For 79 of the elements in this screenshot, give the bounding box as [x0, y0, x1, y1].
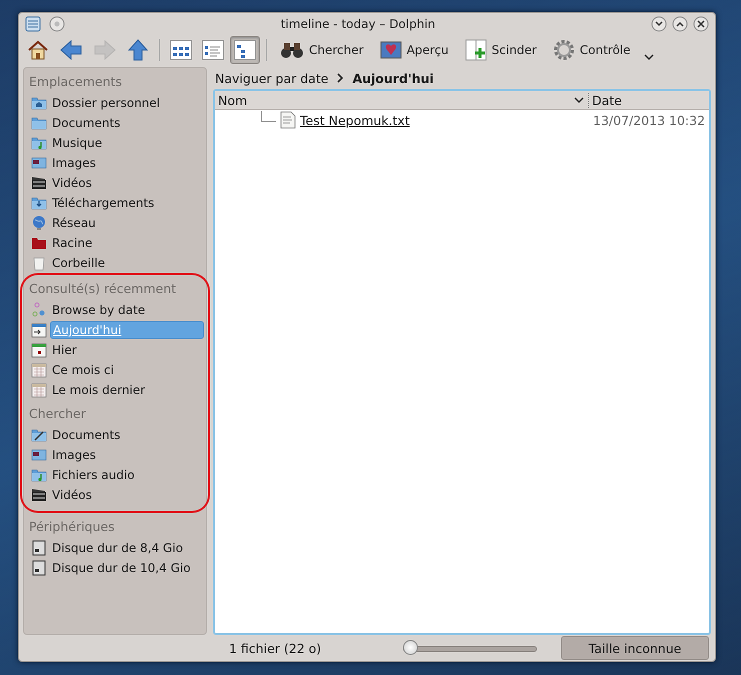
sidebar-item[interactable]: Documents — [50, 427, 204, 443]
breadcrumb-link[interactable]: Naviguer par date — [215, 70, 328, 86]
maximize-button[interactable] — [672, 16, 688, 32]
downloads-icon — [31, 195, 47, 211]
sidebar-item[interactable]: Disque dur de 10,4 Gio — [50, 560, 204, 576]
images-icon — [31, 155, 47, 171]
status-text: 1 fichier (22 o) — [229, 640, 322, 656]
icons-view-icon — [170, 40, 192, 60]
yesterday-icon — [31, 342, 47, 358]
music-icon — [31, 467, 47, 483]
sidebar-item[interactable]: Réseau — [50, 215, 204, 231]
today-icon — [31, 322, 47, 338]
toolbar-button[interactable]: Contrôle — [546, 36, 638, 64]
text-file-icon — [280, 111, 296, 129]
column-header[interactable]: Date — [589, 92, 709, 108]
details-view-icon — [234, 40, 256, 60]
split-icon — [464, 39, 487, 61]
month-icon — [31, 382, 47, 398]
pin-button[interactable] — [49, 16, 65, 32]
sidebar-item[interactable]: Le mois dernier — [50, 382, 204, 398]
up-arrow-icon — [127, 38, 149, 62]
free-space-indicator: Taille inconnue — [561, 636, 709, 660]
slider-thumb[interactable] — [402, 640, 418, 654]
timeline-icon — [31, 302, 47, 318]
sidebar-item[interactable]: Images — [50, 155, 204, 171]
sidebar-item[interactable]: Fichiers audio — [50, 467, 204, 483]
sidebar-item[interactable]: Racine — [50, 235, 204, 251]
file-date: 13/07/2013 10:32 — [593, 112, 706, 128]
window-title: timeline - today – Dolphin — [280, 17, 436, 31]
images-icon — [31, 447, 47, 463]
trash-icon — [31, 255, 47, 271]
sidebar-item[interactable]: Images — [50, 447, 204, 463]
sidebar-item[interactable]: Vidéos — [50, 175, 204, 191]
sidebar-item[interactable]: Hier — [50, 342, 204, 358]
sidebar-item[interactable]: Documents — [50, 115, 204, 131]
folder-icon — [31, 115, 47, 131]
toolbar-button[interactable]: Chercher — [273, 36, 371, 64]
month-icon — [31, 362, 47, 378]
file-name[interactable]: Test Nepomuk.txt — [300, 112, 410, 128]
section-header: Chercher — [28, 405, 87, 423]
sidebar-item[interactable]: Corbeille — [50, 255, 204, 271]
section-header: Consulté(s) récemment — [28, 280, 178, 298]
breadcrumb-link[interactable]: Aujourd'hui — [352, 70, 434, 86]
binoculars-icon — [280, 41, 304, 59]
settings-icon — [552, 39, 575, 61]
sidebar-item[interactable]: Vidéos — [50, 487, 204, 503]
home-icon — [31, 95, 47, 111]
sidebar-item[interactable]: Téléchargements — [50, 195, 204, 211]
videos-icon — [31, 175, 47, 191]
music-icon — [31, 135, 47, 151]
close-button[interactable] — [693, 16, 709, 32]
details-view-button[interactable] — [230, 36, 260, 64]
caret-icon — [644, 53, 654, 61]
house-icon — [27, 39, 49, 61]
sidebar-item[interactable]: Browse by date — [50, 302, 204, 318]
network-icon — [31, 215, 47, 231]
sort-caret-icon — [574, 96, 584, 104]
section-header: Emplacements — [28, 73, 123, 91]
preview-icon — [380, 40, 402, 60]
compact-view-icon — [202, 40, 224, 60]
tree-line — [261, 110, 276, 122]
back-arrow-icon — [59, 39, 83, 61]
sidebar-item[interactable]: Disque dur de 8,4 Gio — [50, 540, 204, 556]
section-header: Périphériques — [28, 518, 116, 536]
forward-arrow-icon — [93, 39, 117, 61]
chevron-icon — [336, 73, 344, 83]
doc-search-icon — [31, 427, 47, 443]
videos-icon — [31, 487, 47, 503]
toolbar-button[interactable]: Scinder — [458, 36, 544, 64]
sidebar-item[interactable]: Ce mois ci — [50, 362, 204, 378]
sidebar-item[interactable]: Musique — [50, 135, 204, 151]
drive-icon — [31, 540, 47, 556]
toolbar-button[interactable]: Aperçu — [372, 36, 456, 64]
drive-icon — [31, 560, 47, 576]
minimize-button[interactable] — [651, 16, 667, 32]
root-icon — [31, 235, 47, 251]
sidebar-item[interactable]: Dossier personnel — [50, 95, 204, 111]
app-icon[interactable] — [25, 16, 41, 32]
column-header[interactable]: Nom — [215, 92, 589, 108]
